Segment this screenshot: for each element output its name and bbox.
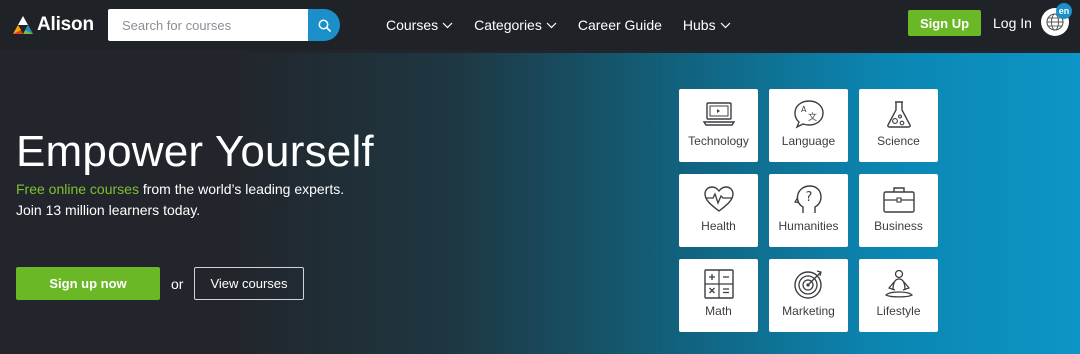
head-question-icon: ? xyxy=(793,185,822,213)
category-label: Humanities xyxy=(778,219,839,233)
view-courses-button[interactable]: View courses xyxy=(194,267,304,300)
logo-text: Alison xyxy=(37,14,94,35)
category-lifestyle[interactable]: Lifestyle xyxy=(859,259,938,332)
category-business[interactable]: Business xyxy=(859,174,938,247)
svg-text:A: A xyxy=(801,105,807,114)
category-label: Math xyxy=(705,304,732,318)
language-badge: en xyxy=(1056,3,1072,19)
chevron-down-icon xyxy=(442,22,453,29)
top-nav: Alison Courses Categories Career Guide H… xyxy=(0,0,1080,50)
category-technology[interactable]: Technology xyxy=(679,89,758,162)
search-icon xyxy=(318,19,331,32)
category-label: Technology xyxy=(688,134,749,148)
category-grid: Technology A 文 Language Science Health ?… xyxy=(679,89,939,333)
flask-icon xyxy=(886,101,911,128)
heartbeat-icon xyxy=(703,186,734,212)
hero-subline: Join 13 million learners today. xyxy=(16,202,201,218)
search-button[interactable] xyxy=(308,9,340,41)
hero-tagline-rest: from the world’s leading experts. xyxy=(138,181,345,197)
alison-logo-icon xyxy=(12,15,34,35)
hero-section: Empower Yourself Free online courses fro… xyxy=(0,53,1080,354)
category-label: Language xyxy=(781,134,836,148)
category-math[interactable]: Math xyxy=(679,259,758,332)
laptop-icon xyxy=(702,102,735,126)
or-text: or xyxy=(171,276,184,292)
search-bar xyxy=(108,9,340,41)
search-input[interactable] xyxy=(108,9,308,41)
target-icon xyxy=(793,270,822,299)
category-label: Science xyxy=(877,134,920,148)
category-label: Marketing xyxy=(782,304,835,318)
calculator-icon xyxy=(703,269,734,299)
main-menu: Courses Categories Career Guide Hubs xyxy=(386,0,752,50)
menu-career-guide-label: Career Guide xyxy=(577,17,662,33)
category-language[interactable]: A 文 Language xyxy=(769,89,848,162)
translate-icon: A 文 xyxy=(793,100,824,129)
category-science[interactable]: Science xyxy=(859,89,938,162)
category-label: Business xyxy=(874,219,923,233)
category-label: Health xyxy=(701,219,736,233)
category-label: Lifestyle xyxy=(876,304,921,318)
sign-up-now-button[interactable]: Sign up now xyxy=(16,267,160,300)
chevron-down-icon xyxy=(546,22,557,29)
briefcase-icon xyxy=(882,187,915,213)
menu-courses-label: Courses xyxy=(386,17,439,33)
menu-career-guide[interactable]: Career Guide xyxy=(578,17,662,33)
menu-categories-label: Categories xyxy=(474,17,542,33)
svg-text:文: 文 xyxy=(808,111,817,123)
svg-text:?: ? xyxy=(805,190,812,205)
category-marketing[interactable]: Marketing xyxy=(769,259,848,332)
menu-hubs[interactable]: Hubs xyxy=(683,17,731,33)
category-health[interactable]: Health xyxy=(679,174,758,247)
category-humanities[interactable]: ? Humanities xyxy=(769,174,848,247)
menu-hubs-label: Hubs xyxy=(682,17,716,33)
sign-up-button[interactable]: Sign Up xyxy=(908,10,981,36)
free-courses-link[interactable]: Free online courses xyxy=(16,181,139,197)
meditation-icon xyxy=(884,269,913,298)
hero-tagline: Free online courses from the world’s lea… xyxy=(16,181,344,197)
log-in-link[interactable]: Log In xyxy=(993,15,1032,31)
hero-title: Empower Yourself xyxy=(16,127,374,176)
alison-logo[interactable]: Alison xyxy=(12,13,94,37)
menu-categories[interactable]: Categories xyxy=(474,17,557,33)
menu-courses[interactable]: Courses xyxy=(386,17,453,33)
chevron-down-icon xyxy=(720,22,731,29)
